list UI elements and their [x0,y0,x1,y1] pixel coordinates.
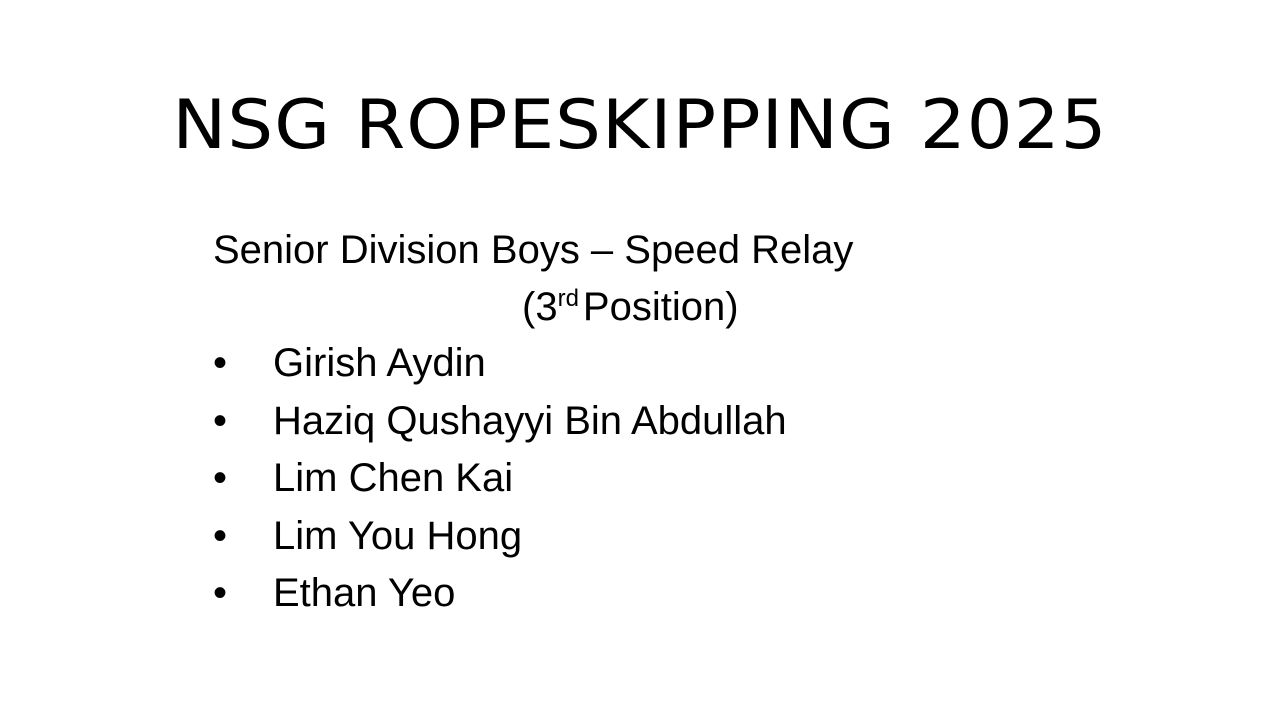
bullet-icon: • [213,513,228,558]
slide: NSG ROPESKIPPING 2025 Senior Division Bo… [0,0,1280,720]
member-name: Ethan Yeo [273,571,456,615]
event-subtitle: Senior Division Boys – Speed Relay [213,228,854,272]
placement-label: Position) [582,285,739,329]
placement-line: (3rd Position) [522,281,739,339]
bullet-icon: • [213,398,228,443]
placement-number: (3 [522,285,558,329]
ordinal-suffix: rd [557,285,579,312]
bullet-icon: • [213,341,228,385]
bullet-icon: • [213,456,228,500]
member-name: Lim You Hong [273,513,523,558]
bullet-icon: • [213,571,228,615]
slide-title: NSG ROPESKIPPING 2025 [172,86,1108,165]
member-name: Haziq Qushayyi Bin Abdullah [273,398,787,443]
member-name: Lim Chen Kai [273,456,514,500]
member-name: Girish Aydin [273,341,486,385]
